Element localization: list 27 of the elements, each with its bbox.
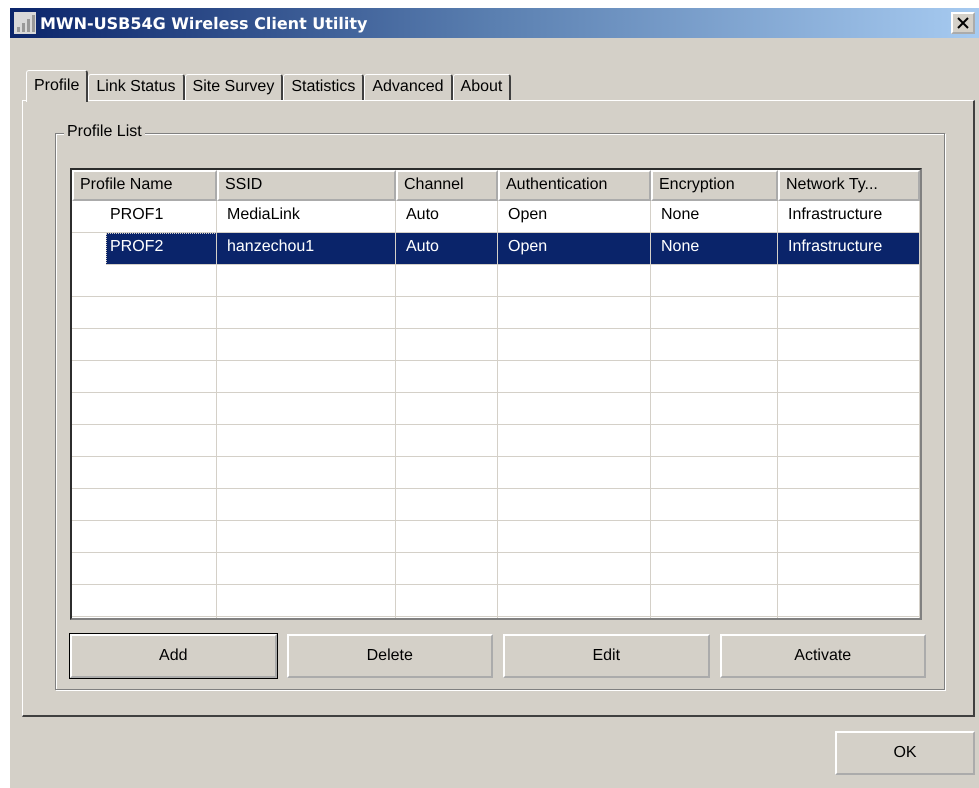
column-header[interactable]: SSID: [217, 170, 396, 201]
action-button[interactable]: Add: [70, 634, 276, 678]
action-button[interactable]: Delete: [286, 634, 493, 678]
tab[interactable]: Site Survey: [184, 74, 284, 100]
table-cell[interactable]: Auto: [396, 233, 498, 265]
signal-bars-icon: [14, 12, 36, 34]
ok-button[interactable]: OK: [835, 731, 975, 775]
table-cell[interactable]: Open: [498, 233, 651, 265]
tab[interactable]: Advanced: [364, 74, 453, 100]
tab[interactable]: About: [452, 74, 512, 100]
column-header[interactable]: Encryption: [651, 170, 778, 201]
action-button[interactable]: Activate: [720, 634, 926, 678]
close-button[interactable]: [951, 12, 975, 34]
window-title: MWN-USB54G Wireless Client Utility: [40, 14, 368, 32]
tab[interactable]: Profile: [26, 70, 88, 102]
column-header[interactable]: Profile Name: [72, 170, 217, 201]
tab[interactable]: Statistics: [283, 74, 364, 100]
tab[interactable]: Link Status: [88, 74, 185, 100]
table-cell[interactable]: PROF2: [106, 233, 217, 265]
action-button[interactable]: Edit: [503, 634, 710, 678]
table-cell[interactable]: None: [651, 233, 778, 265]
table-cell[interactable]: hanzechou1: [217, 233, 396, 265]
column-header[interactable]: Authentication: [498, 170, 651, 201]
column-header[interactable]: Channel: [396, 170, 498, 201]
table-cell[interactable]: Infrastructure: [778, 233, 920, 265]
column-header[interactable]: Network Ty...: [778, 170, 920, 201]
close-icon: [957, 17, 969, 29]
